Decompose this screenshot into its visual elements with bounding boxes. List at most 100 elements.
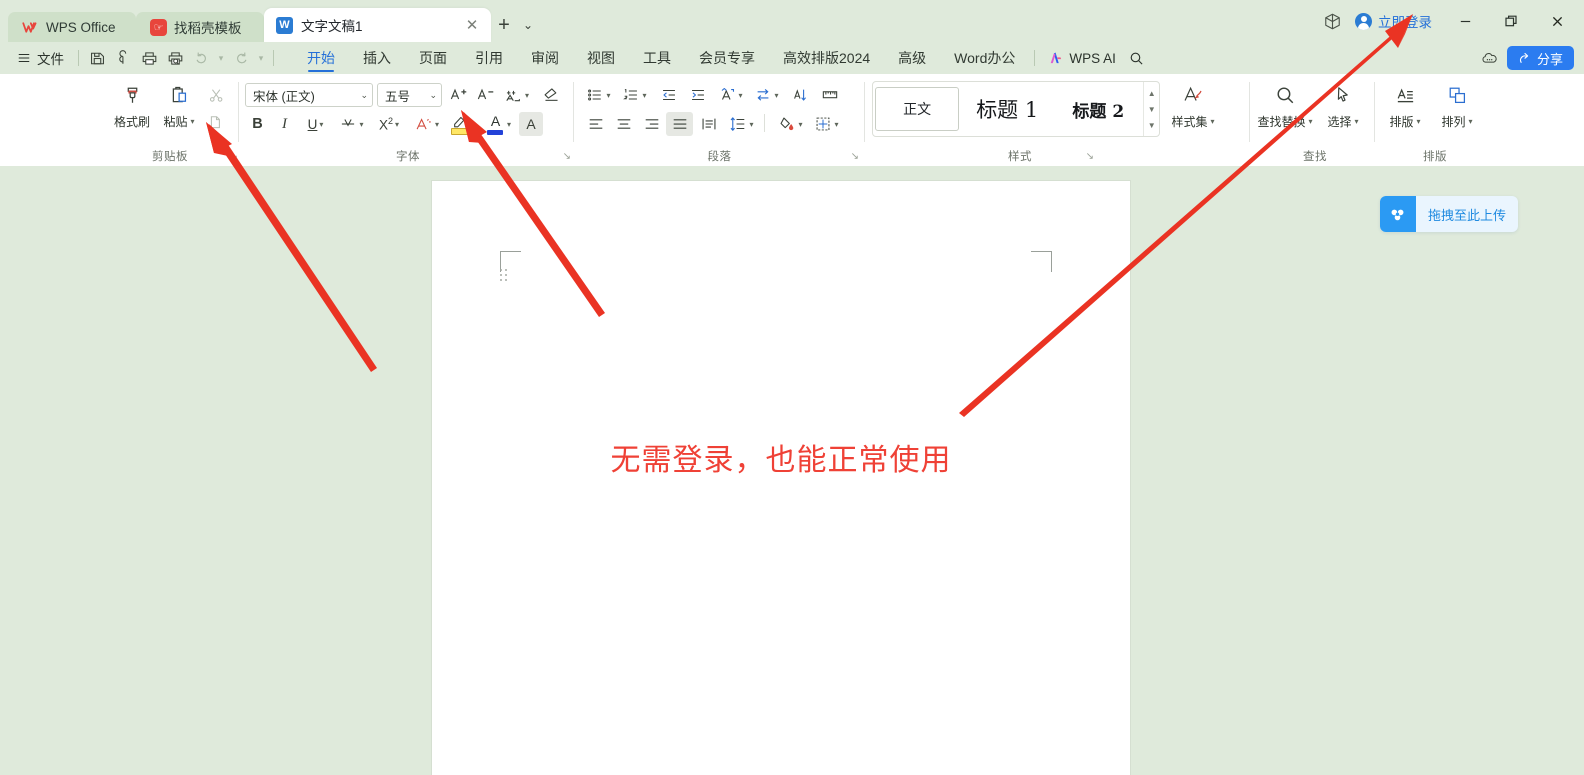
tab-layout2024[interactable]: 高效排版2024 [769,42,884,74]
chevron-down-icon: ▾ [1355,117,1359,126]
ribbon-group-font: 宋体 (正文) ⌄ 五号 ⌄ [243,74,573,166]
pinyin-guide-icon[interactable]: ▾ [500,83,533,107]
style-tile-heading1[interactable]: 标题 1 [963,87,1051,131]
text-direction-icon[interactable]: ▾ [750,83,783,107]
tab-advanced[interactable]: 高级 [884,42,940,74]
scroll-down-icon[interactable]: ▼ [1148,105,1156,114]
styles-dialog-launcher[interactable]: ↘ [1086,151,1094,162]
tab-page[interactable]: 页面 [405,42,461,74]
underline-button[interactable]: U ▾ [299,112,332,136]
print-preview-icon[interactable] [162,45,188,71]
select-button[interactable]: 选择 ▾ [1316,80,1370,130]
app-tab-template[interactable]: ☞ 找稻壳模板 [136,12,264,42]
app-tab-wps-office[interactable]: WPS Office [8,12,136,42]
align-right-icon[interactable] [638,112,665,136]
format-painter-label: 格式刷 [114,113,150,130]
undo-icon [188,45,214,71]
search-icon[interactable] [1124,45,1150,71]
font-color-button[interactable]: A ▾ [482,112,515,136]
cloud-sync-icon[interactable] [110,45,136,71]
upload-drop-chip[interactable]: 拖拽至此上传 [1380,196,1518,232]
ribbon-group-clipboard: 格式刷 粘贴 ▾ [100,74,240,166]
document-page[interactable]: 无需登录，也能正常使用 [432,181,1130,775]
tab-view[interactable]: 视图 [573,42,629,74]
style-tile-normal[interactable]: 正文 [875,87,959,131]
tab-member[interactable]: 会员专享 [685,42,769,74]
arrange-button[interactable]: 排列 ▾ [1431,80,1483,130]
italic-button[interactable]: I [272,112,297,136]
document-body-text[interactable]: 无需登录，也能正常使用 [432,435,1130,479]
document-area[interactable]: 无需登录，也能正常使用 拖拽至此上传 [0,166,1584,775]
format-painter-button[interactable]: 格式刷 [105,80,159,130]
paragraph-handle-icon[interactable] [500,269,509,281]
align-left-icon[interactable] [582,112,609,136]
superscript-button[interactable]: X2 ▾ [371,112,407,136]
more-cloud-icon[interactable] [1477,45,1503,71]
asian-layout-icon[interactable]: ▾ [714,83,747,107]
align-center-icon[interactable] [610,112,637,136]
style-gallery-scroll[interactable]: ▲ ▼ ▼ [1143,82,1159,136]
text-effects-button[interactable]: ▾ [410,112,443,136]
tab-tools[interactable]: 工具 [629,42,685,74]
style-gallery[interactable]: 正文 标题 1 标题 2 ▲ ▼ ▼ [872,81,1160,137]
clear-format-icon[interactable] [539,83,564,107]
show-marks-icon[interactable] [816,83,843,107]
tab-review[interactable]: 审阅 [517,42,573,74]
app-center-icon[interactable] [1315,0,1349,42]
chevron-down-icon: ▾ [191,117,195,126]
typeset-button[interactable]: 排版 ▾ [1379,80,1431,130]
font-size-combo[interactable]: 五号 ⌄ [377,83,442,107]
wps-ai-button[interactable]: WPS AI [1040,42,1124,74]
shading-icon[interactable]: ▾ [774,112,807,136]
character-shading-button[interactable]: A [519,112,543,136]
scroll-up-icon[interactable]: ▲ [1148,89,1156,98]
document-tab[interactable]: W 文字文稿1 ✕ [264,8,491,42]
arrange-icon [1446,80,1469,110]
numbered-list-icon[interactable]: ▾ [618,83,651,107]
borders-icon[interactable]: ▾ [810,112,843,136]
highlight-color-button[interactable]: ▾ [446,112,479,136]
decrease-indent-icon[interactable] [655,83,682,107]
strikethrough-button[interactable]: ▾ [335,112,368,136]
increase-indent-icon[interactable] [684,83,711,107]
tab-word-office[interactable]: Word办公 [940,42,1029,74]
tab-list-dropdown-icon[interactable]: ⌄ [517,8,539,42]
save-icon[interactable] [84,45,110,71]
clipboard-dialog-launcher[interactable]: ↘ [230,151,238,162]
grow-font-icon[interactable] [446,83,471,107]
font-dialog-launcher[interactable]: ↘ [563,151,571,162]
login-button[interactable]: 立即登录 [1349,0,1442,42]
font-color-swatch [487,130,503,135]
restore-button[interactable] [1488,0,1534,42]
expand-gallery-icon[interactable]: ▼ [1148,121,1156,130]
tab-start[interactable]: 开始 [293,42,349,74]
chevron-down-icon: ▾ [359,120,363,129]
shrink-font-icon[interactable] [473,83,498,107]
align-justify-icon[interactable] [666,112,693,136]
style-set-icon [1181,80,1205,110]
line-spacing-icon[interactable]: ▾ [725,112,758,136]
bullet-list-icon[interactable]: ▾ [582,83,615,107]
distribute-icon[interactable] [695,112,722,136]
paragraph-dialog-launcher[interactable]: ↘ [851,151,859,162]
font-color-letter: A [486,113,505,129]
minimize-button[interactable] [1442,0,1488,42]
find-replace-button[interactable]: 查找替换 ▾ [1254,80,1316,130]
new-tab-button[interactable]: + [491,8,517,42]
tab-strip: WPS Office ☞ 找稻壳模板 W 文字文稿1 ✕ + ⌄ [0,0,539,42]
font-name-combo[interactable]: 宋体 (正文) ⌄ [245,83,373,107]
tab-reference[interactable]: 引用 [461,42,517,74]
close-window-button[interactable] [1534,0,1580,42]
close-tab-icon[interactable]: ✕ [463,16,481,34]
file-menu-button[interactable]: 文件 [8,45,73,71]
style-tile-heading2[interactable]: 标题 2 [1055,87,1141,131]
share-button[interactable]: 分享 [1507,46,1574,70]
paste-button[interactable]: 粘贴 ▾ [152,80,206,130]
print-icon[interactable] [136,45,162,71]
word-doc-icon: W [276,17,293,34]
style-heading1-label: 标题 1 [976,94,1038,124]
tab-insert[interactable]: 插入 [349,42,405,74]
bold-button[interactable]: B [245,112,270,136]
style-set-button[interactable]: 样式集 ▾ [1166,80,1220,130]
sort-icon[interactable] [786,83,813,107]
